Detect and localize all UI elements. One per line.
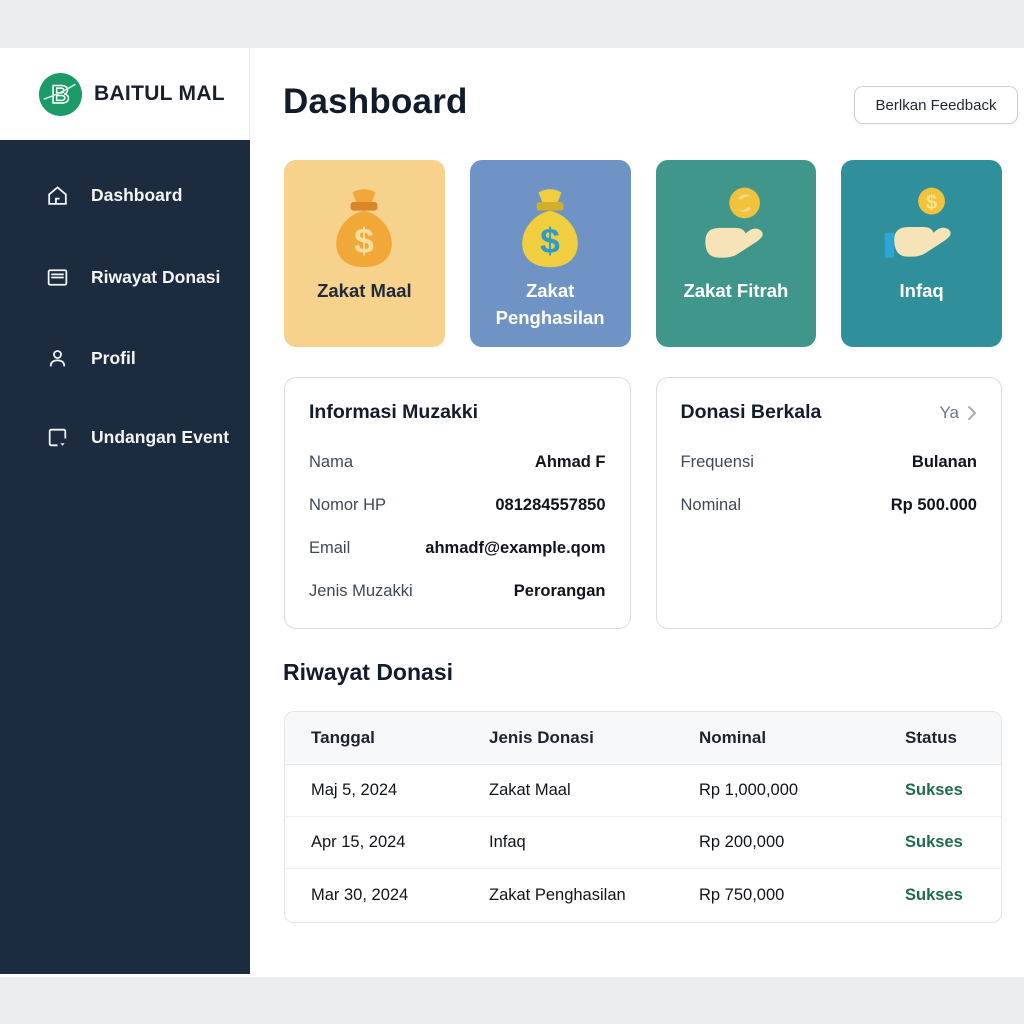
card-zakat-fitrah[interactable]: Zakat Fitrah	[656, 160, 817, 347]
cell-tanggal: Apr 15, 2024	[285, 833, 463, 852]
info-row-jenis-muzakki: Jenis Muzakki Perorangan	[309, 570, 606, 613]
sidebar-item-label: Profil	[91, 348, 136, 369]
sidebar: Dashboard Riwayat Donasi Profil Undangan…	[0, 140, 250, 974]
row-label: Nominal	[681, 496, 742, 515]
cell-nominal: Rp 200,000	[673, 833, 879, 852]
info-cards-row: Informasi Muzakki Nama Ahmad F Nomor HP …	[284, 377, 1002, 629]
chevron-right-icon	[967, 405, 977, 421]
card-zakat-maal[interactable]: $ Zakat Maal	[284, 160, 445, 347]
sidebar-item-undangan-event[interactable]: Undangan Event	[0, 413, 250, 461]
sidebar-item-label: Riwayat Donasi	[91, 267, 220, 288]
row-label: Nomor HP	[309, 496, 386, 515]
recurring-donation-card: Donasi Berkala Ya Frequensi Bulanan Nomi…	[656, 377, 1003, 629]
event-icon	[45, 425, 70, 450]
info-row-frequensi: Frequensi Bulanan	[681, 441, 978, 484]
row-label: Frequensi	[681, 453, 754, 472]
row-value: ahmadf@example.qom	[425, 539, 605, 558]
cell-tanggal: Maj 5, 2024	[285, 781, 463, 800]
cell-nominal: Rp 750,000	[673, 886, 879, 905]
row-value: Perorangan	[514, 582, 606, 601]
home-icon	[45, 183, 70, 208]
sidebar-item-riwayat-donasi[interactable]: Riwayat Donasi	[0, 253, 250, 301]
row-value: 081284557850	[495, 496, 605, 515]
svg-text:$: $	[355, 221, 375, 261]
table-row: Mar 30, 2024 Zakat Penghasilan Rp 750,00…	[285, 869, 1001, 921]
status-badge: Sukses	[879, 781, 1001, 800]
info-row-nominal: Nominal Rp 500.000	[681, 484, 978, 527]
info-row-nama: Nama Ahmad F	[309, 441, 606, 484]
info-row-nomor-hp: Nomor HP 081284557850	[309, 484, 606, 527]
card-label: Zakat Fitrah	[675, 278, 796, 305]
sidebar-item-label: Undangan Event	[91, 427, 229, 448]
brand-name: BAITUL MAL	[94, 82, 225, 106]
recurring-donation-title: Donasi Berkala	[681, 401, 822, 424]
list-icon	[45, 265, 70, 290]
cell-jenis: Zakat Penghasilan	[463, 886, 673, 905]
recurring-donation-value: Ya	[939, 403, 959, 423]
muzakki-info-title: Informasi Muzakki	[309, 401, 478, 424]
svg-text:$: $	[540, 221, 560, 261]
table-row: Apr 15, 2024 Infaq Rp 200,000 Sukses	[285, 817, 1001, 869]
hand-coin-icon: $	[876, 179, 968, 273]
svg-text:$: $	[926, 192, 937, 214]
column-header-nominal: Nominal	[673, 728, 879, 748]
baitul-mal-logo-icon: B	[38, 72, 83, 117]
money-bag-icon: $	[504, 179, 596, 273]
feedback-button[interactable]: Berlkan Feedback	[854, 86, 1018, 124]
row-value: Rp 500.000	[891, 496, 977, 515]
money-bag-icon: $	[318, 179, 410, 273]
brand-logo[interactable]: B BAITUL MAL	[0, 48, 250, 140]
sidebar-item-label: Dashboard	[91, 185, 182, 206]
cell-jenis: Zakat Maal	[463, 781, 673, 800]
row-label: Nama	[309, 453, 353, 472]
card-label: Zakat Maal	[309, 278, 420, 305]
recurring-donation-link[interactable]: Ya	[939, 403, 977, 423]
table-row: Maj 5, 2024 Zakat Maal Rp 1,000,000 Suks…	[285, 765, 1001, 817]
card-label: Infaq	[892, 278, 952, 305]
status-badge: Sukses	[879, 833, 1001, 852]
status-badge: Sukses	[879, 886, 1001, 905]
cell-tanggal: Mar 30, 2024	[285, 886, 463, 905]
row-label: Email	[309, 539, 350, 558]
cell-jenis: Infaq	[463, 833, 673, 852]
column-header-tanggal: Tanggal	[285, 728, 463, 748]
row-value: Bulanan	[912, 453, 977, 472]
column-header-jenis-donasi: Jenis Donasi	[463, 728, 673, 748]
sidebar-item-dashboard[interactable]: Dashboard	[0, 171, 250, 219]
donation-history-table: Tanggal Jenis Donasi Nominal Status Maj …	[284, 711, 1002, 923]
page-title: Dashboard	[283, 82, 468, 122]
page: { "theme": { "band_bg": "#ECEDEF", "side…	[0, 0, 1024, 1024]
history-section-title: Riwayat Donasi	[283, 659, 453, 686]
row-value: Ahmad F	[535, 453, 606, 472]
donation-cards-row: $ Zakat Maal $ Zakat Penghasilan Zakat F…	[284, 160, 1002, 347]
row-label: Jenis Muzakki	[309, 582, 413, 601]
card-zakat-penghasilan[interactable]: $ Zakat Penghasilan	[470, 160, 631, 347]
card-label: Zakat Penghasilan	[470, 278, 631, 332]
sidebar-item-profil[interactable]: Profil	[0, 334, 250, 382]
table-header-row: Tanggal Jenis Donasi Nominal Status	[285, 712, 1001, 765]
info-row-email: Email ahmadf@example.qom	[309, 527, 606, 570]
cell-nominal: Rp 1,000,000	[673, 781, 879, 800]
hand-coin-icon	[690, 179, 782, 273]
user-icon	[45, 346, 70, 371]
card-infaq[interactable]: $ Infaq	[841, 160, 1002, 347]
app-window: B BAITUL MAL Dashboard Riwayat Donasi	[0, 48, 1024, 977]
column-header-status: Status	[879, 728, 1001, 748]
muzakki-info-card: Informasi Muzakki Nama Ahmad F Nomor HP …	[284, 377, 631, 629]
